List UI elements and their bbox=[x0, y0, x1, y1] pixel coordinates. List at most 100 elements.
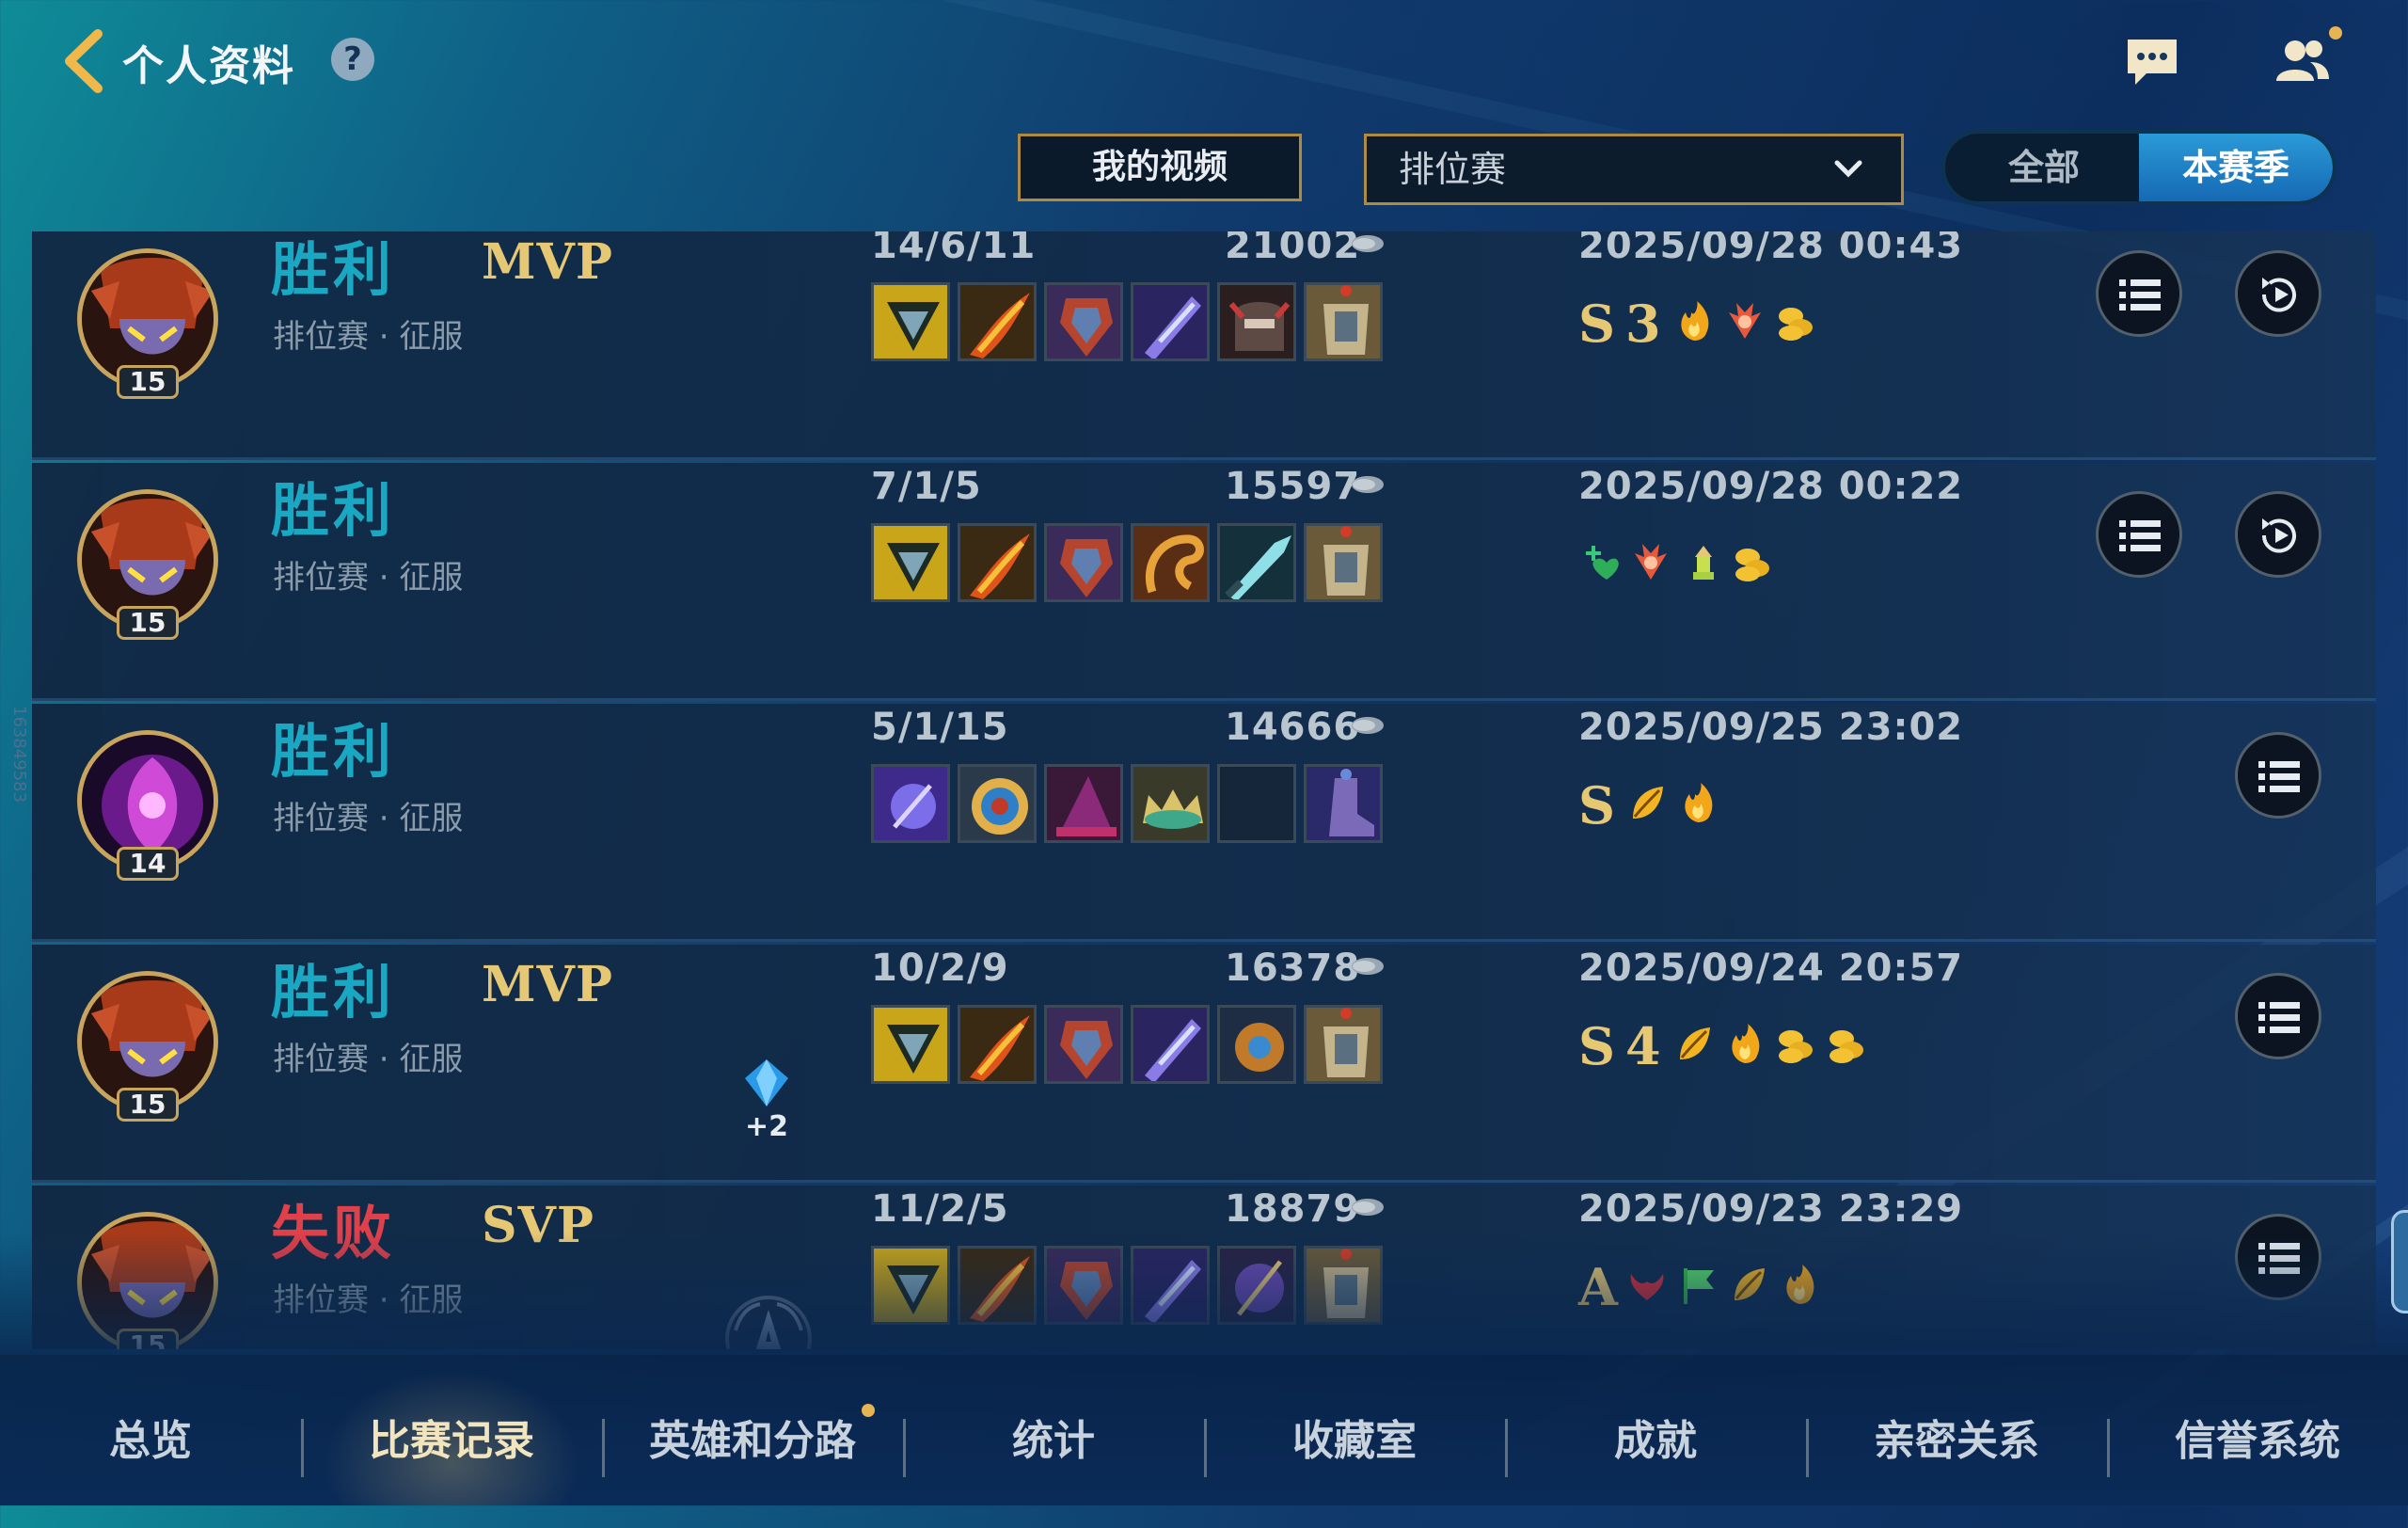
nav-tab[interactable]: 比赛记录 bbox=[301, 1355, 602, 1505]
match-list[interactable]: 15 胜利 排位赛 · 征服 MVP 14/6/11 21002 2025/09/28 00… bbox=[32, 231, 2376, 1349]
flame-blade-item-icon[interactable] bbox=[958, 523, 1037, 602]
help-icon[interactable]: ? bbox=[331, 38, 374, 81]
gold-triangle-item-icon[interactable] bbox=[871, 523, 950, 602]
nav-separator bbox=[1505, 1419, 1508, 1477]
list-icon bbox=[2119, 520, 2161, 551]
nav-separator bbox=[602, 1419, 605, 1477]
flame-badge-icon bbox=[1786, 1265, 1814, 1304]
list-icon bbox=[2119, 279, 2161, 310]
gold-triangle-item-icon[interactable] bbox=[871, 1246, 950, 1325]
page-title: 个人资料 bbox=[122, 42, 295, 90]
nav-tab[interactable]: 收藏室 bbox=[1204, 1355, 1505, 1505]
gold-triangle-item-icon[interactable] bbox=[871, 282, 950, 361]
season-toggle[interactable]: 全部 本赛季 bbox=[1941, 130, 2337, 205]
battle-score: 18879 bbox=[1225, 1187, 1361, 1231]
leaf-badge-icon bbox=[1735, 1268, 1765, 1300]
gold-chest-item-icon[interactable] bbox=[1304, 523, 1383, 602]
nav-separator bbox=[903, 1419, 906, 1477]
dark-helm-item-icon[interactable] bbox=[1217, 282, 1296, 361]
match-detail-button[interactable] bbox=[2096, 250, 2182, 337]
side-drawer-handle[interactable] bbox=[2391, 1210, 2408, 1313]
drone-item-icon[interactable] bbox=[1217, 1005, 1296, 1084]
armor-item-icon[interactable] bbox=[1044, 523, 1123, 602]
nav-separator bbox=[301, 1419, 304, 1477]
champion-level: 15 bbox=[117, 1088, 179, 1122]
gold-chest-item-icon[interactable] bbox=[1304, 1005, 1383, 1084]
match-datetime: 2025/09/24 20:57 bbox=[1578, 947, 1964, 990]
friends-icon[interactable] bbox=[2273, 34, 2333, 87]
match-row[interactable]: 15 胜利 排位赛 · 征服 7/1/5 15597 2025/09/28 00:22 bbox=[32, 463, 2376, 701]
replay-button[interactable] bbox=[2235, 250, 2321, 337]
nav-separator bbox=[1204, 1419, 1207, 1477]
match-row[interactable]: 15 胜利 排位赛 · 征服 MVP +2 10/2/9 16378 2025/09/24 2… bbox=[32, 945, 2376, 1183]
spiky-badge-icon bbox=[1729, 303, 1761, 339]
leaf-badge-icon bbox=[1680, 1027, 1710, 1059]
flame-blade-item-icon[interactable] bbox=[958, 1246, 1037, 1325]
nav-tab[interactable]: 信誉系统 bbox=[2107, 1355, 2408, 1505]
boots-item-icon[interactable] bbox=[1304, 764, 1383, 843]
gold-triangle-item-icon[interactable] bbox=[871, 1005, 950, 1084]
replay-button[interactable] bbox=[2235, 491, 2321, 578]
coin-badge-icon bbox=[1779, 308, 1813, 341]
nav-separator bbox=[2107, 1419, 2110, 1477]
coin-icon bbox=[1352, 235, 1384, 252]
wizard-hat-item-icon[interactable] bbox=[1044, 764, 1123, 843]
knife-item-icon[interactable] bbox=[1217, 523, 1296, 602]
list-icon bbox=[2258, 761, 2300, 792]
season-all-option[interactable]: 全部 bbox=[1945, 134, 2143, 201]
back-arrow-icon[interactable] bbox=[60, 28, 107, 94]
grade-badge: S bbox=[1578, 775, 1615, 836]
armor-item-icon[interactable] bbox=[1044, 1246, 1123, 1325]
flame-blade-item-icon[interactable] bbox=[958, 282, 1037, 361]
match-detail-button[interactable] bbox=[2235, 732, 2321, 819]
wing-badge-icon bbox=[1630, 1274, 1664, 1300]
match-detail-button[interactable] bbox=[2235, 973, 2321, 1059]
empty-slot-icon[interactable] bbox=[1217, 764, 1296, 843]
match-mode: 排位赛 · 征服 bbox=[273, 800, 464, 837]
coin-icon bbox=[1352, 1199, 1384, 1216]
coin-badge-icon bbox=[1830, 1030, 1863, 1063]
match-detail-button[interactable] bbox=[2235, 1214, 2321, 1300]
mode-dropdown[interactable]: 排位赛 bbox=[1364, 134, 1904, 205]
my-video-button[interactable]: 我的视频 bbox=[1018, 134, 1302, 201]
purple-orb-item-icon[interactable] bbox=[871, 764, 950, 843]
kill-streak-badge: 3 bbox=[1625, 294, 1661, 354]
match-datetime: 2025/09/25 23:02 bbox=[1578, 706, 1964, 749]
match-detail-button[interactable] bbox=[2096, 491, 2182, 578]
match-mode: 排位赛 · 征服 bbox=[273, 1041, 464, 1078]
match-row[interactable]: 14 胜利 排位赛 · 征服 5/1/15 14666 2025/09/25 23:02 S bbox=[32, 704, 2376, 942]
champion-level: 15 bbox=[117, 365, 179, 399]
mvp-tag: MVP bbox=[482, 956, 614, 1013]
crown-item-icon[interactable] bbox=[1131, 764, 1210, 843]
rank-emblem-icon bbox=[725, 1296, 812, 1349]
purple-blade-item-icon[interactable] bbox=[1131, 1246, 1210, 1325]
gold-chest-item-icon[interactable] bbox=[1304, 1246, 1383, 1325]
orb-item-icon[interactable] bbox=[1217, 1246, 1296, 1325]
kill-streak-badge: 4 bbox=[1625, 1016, 1661, 1076]
match-row[interactable]: 15 失败 排位赛 · 征服 SVP 11/2/5 18879 2025/09/23 23:… bbox=[32, 1186, 2376, 1349]
nav-tab[interactable]: 总览 bbox=[0, 1355, 301, 1505]
nav-tab[interactable]: 英雄和分路 bbox=[602, 1355, 903, 1505]
purple-blade-item-icon[interactable] bbox=[1131, 282, 1210, 361]
notification-dot bbox=[2329, 26, 2342, 40]
season-current-option[interactable]: 本赛季 bbox=[2139, 134, 2333, 201]
nav-tab[interactable]: 亲密关系 bbox=[1806, 1355, 2107, 1505]
nav-tab[interactable]: 成就 bbox=[1505, 1355, 1806, 1505]
chat-icon[interactable] bbox=[2124, 36, 2180, 88]
hook-item-icon[interactable] bbox=[1131, 523, 1210, 602]
match-row[interactable]: 15 胜利 排位赛 · 征服 MVP 14/6/11 21002 2025/09/28 00… bbox=[32, 231, 2376, 460]
bottom-nav: 总览 比赛记录 英雄和分路 统计 收藏室 成就 亲密关系 信誉系统 bbox=[0, 1355, 2408, 1505]
nav-tab[interactable]: 统计 bbox=[903, 1355, 1204, 1505]
match-datetime: 2025/09/28 00:22 bbox=[1578, 465, 1964, 508]
mvp-tag: MVP bbox=[482, 233, 614, 291]
coin-icon bbox=[1352, 717, 1384, 734]
coin-badge-icon bbox=[1779, 1030, 1813, 1063]
purple-blade-item-icon[interactable] bbox=[1131, 1005, 1210, 1084]
armor-item-icon[interactable] bbox=[1044, 282, 1123, 361]
armor-item-icon[interactable] bbox=[1044, 1005, 1123, 1084]
gold-chest-item-icon[interactable] bbox=[1304, 282, 1383, 361]
flame-blade-item-icon[interactable] bbox=[958, 1005, 1037, 1084]
replay-icon bbox=[2261, 518, 2296, 553]
target-item-icon[interactable] bbox=[958, 764, 1037, 843]
battle-score: 15597 bbox=[1225, 465, 1361, 508]
